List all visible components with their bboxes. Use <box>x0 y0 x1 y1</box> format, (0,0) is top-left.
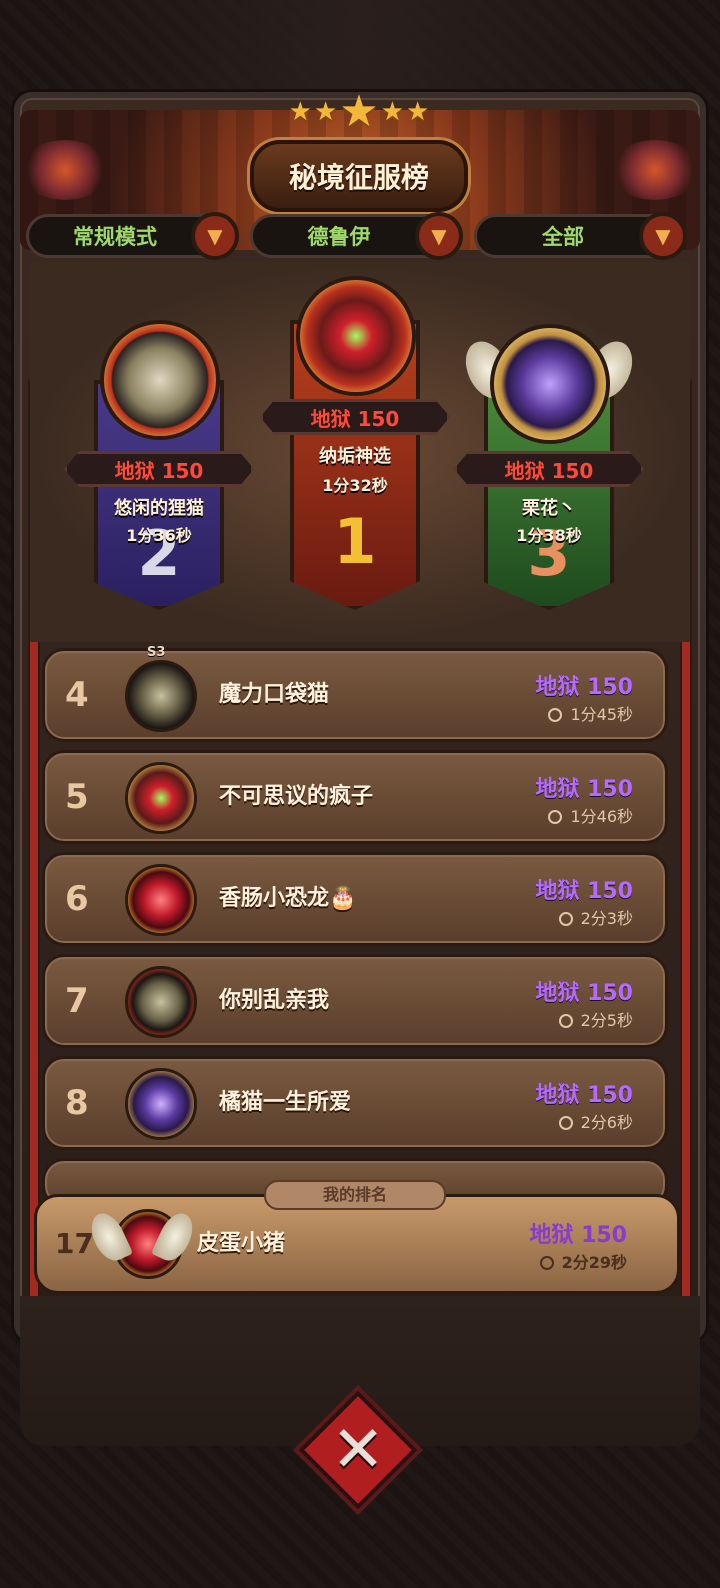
chevron-down-icon[interactable]: ▼ <box>191 212 239 260</box>
filter-scope[interactable]: 全部 ▼ <box>474 212 687 260</box>
avatar[interactable] <box>125 966 197 1038</box>
my-rank-tag: 我的排名 <box>264 1180 446 1210</box>
clock-icon <box>539 1256 554 1270</box>
list-item[interactable]: 4 S3 魔力口袋猫 地狱 150 1分45秒 <box>42 645 668 742</box>
my-score: 地狱 150 <box>529 1223 627 1248</box>
player-name: 魔力口袋猫 <box>219 682 330 707</box>
clock-icon <box>558 912 573 926</box>
chevron-down-icon[interactable]: ▼ <box>639 212 687 260</box>
podium-score: 地狱 150 <box>260 399 450 435</box>
my-name: 皮蛋小猪 <box>197 1231 286 1256</box>
rank-number: 8 <box>65 1083 89 1123</box>
page-title: 秘境征服榜 <box>250 140 468 212</box>
list-item[interactable]: 6 香肠小恐龙🎂 地狱 150 2分3秒 <box>42 852 668 946</box>
avatar[interactable] <box>125 762 197 834</box>
list-item[interactable]: 7 你别乱亲我 地狱 150 2分5秒 <box>42 954 668 1048</box>
podium-time: 1分38秒 <box>516 526 582 545</box>
player-time: 1分45秒 <box>548 701 633 725</box>
player-time: 2分5秒 <box>558 1007 633 1031</box>
banner-eye-icon <box>610 140 700 200</box>
rank-number: 5 <box>65 777 89 817</box>
podium-place-1: 1 <box>333 505 377 578</box>
filter-mode[interactable]: 常规模式 ▼ <box>26 212 239 260</box>
chevron-down-icon[interactable]: ▼ <box>415 212 463 260</box>
player-score: 地狱 150 <box>535 879 633 904</box>
my-time: 2分29秒 <box>539 1249 627 1273</box>
banner-eye-icon <box>20 140 110 200</box>
player-time: 1分46秒 <box>548 803 633 827</box>
player-score: 地狱 150 <box>535 675 633 700</box>
podium-name: 悠闲的狸猫 <box>114 498 204 519</box>
list-item[interactable]: 8 橘猫一生所爱 地狱 150 2分6秒 <box>42 1056 668 1150</box>
player-time: 2分6秒 <box>558 1109 633 1133</box>
close-icon[interactable]: ✕ <box>316 1408 400 1492</box>
podium-name: 栗花丶 <box>522 498 576 519</box>
podium-time: 1分32秒 <box>322 476 388 495</box>
avatar[interactable] <box>125 1068 197 1140</box>
clock-icon <box>558 1116 573 1130</box>
clock-icon <box>548 708 563 722</box>
my-rank-number: 17 <box>55 1227 94 1260</box>
player-name: 你别乱亲我 <box>219 988 330 1013</box>
avatar[interactable] <box>490 324 610 444</box>
podium-name: 纳垢神选 <box>319 446 391 467</box>
podium-score: 地狱 150 <box>454 451 644 487</box>
player-time: 2分3秒 <box>558 905 633 929</box>
avatar[interactable] <box>125 660 197 732</box>
avatar[interactable] <box>125 864 197 936</box>
rank-number: 6 <box>65 879 89 919</box>
clock-icon <box>548 810 563 824</box>
player-score: 地狱 150 <box>535 1083 633 1108</box>
avatar[interactable] <box>100 320 220 440</box>
list-item[interactable]: 5 不可思议的疯子 地狱 150 1分46秒 <box>42 750 668 844</box>
rank-number: 7 <box>65 981 89 1021</box>
filter-class[interactable]: 德鲁伊 ▼ <box>250 212 463 260</box>
podium-score: 地狱 150 <box>64 451 254 487</box>
player-name: 橘猫一生所爱 <box>219 1090 352 1115</box>
player-name: 不可思议的疯子 <box>219 784 374 809</box>
avatar[interactable] <box>296 276 416 396</box>
season-badge: S3 <box>147 645 166 660</box>
player-score: 地狱 150 <box>535 777 633 802</box>
player-name: 香肠小恐龙🎂 <box>219 886 357 911</box>
clock-icon <box>558 1014 573 1028</box>
rank-number: 4 <box>65 675 89 715</box>
stars-icon: ★★★★★ <box>288 86 432 137</box>
podium-time: 1分36秒 <box>126 526 192 545</box>
player-score: 地狱 150 <box>535 981 633 1006</box>
